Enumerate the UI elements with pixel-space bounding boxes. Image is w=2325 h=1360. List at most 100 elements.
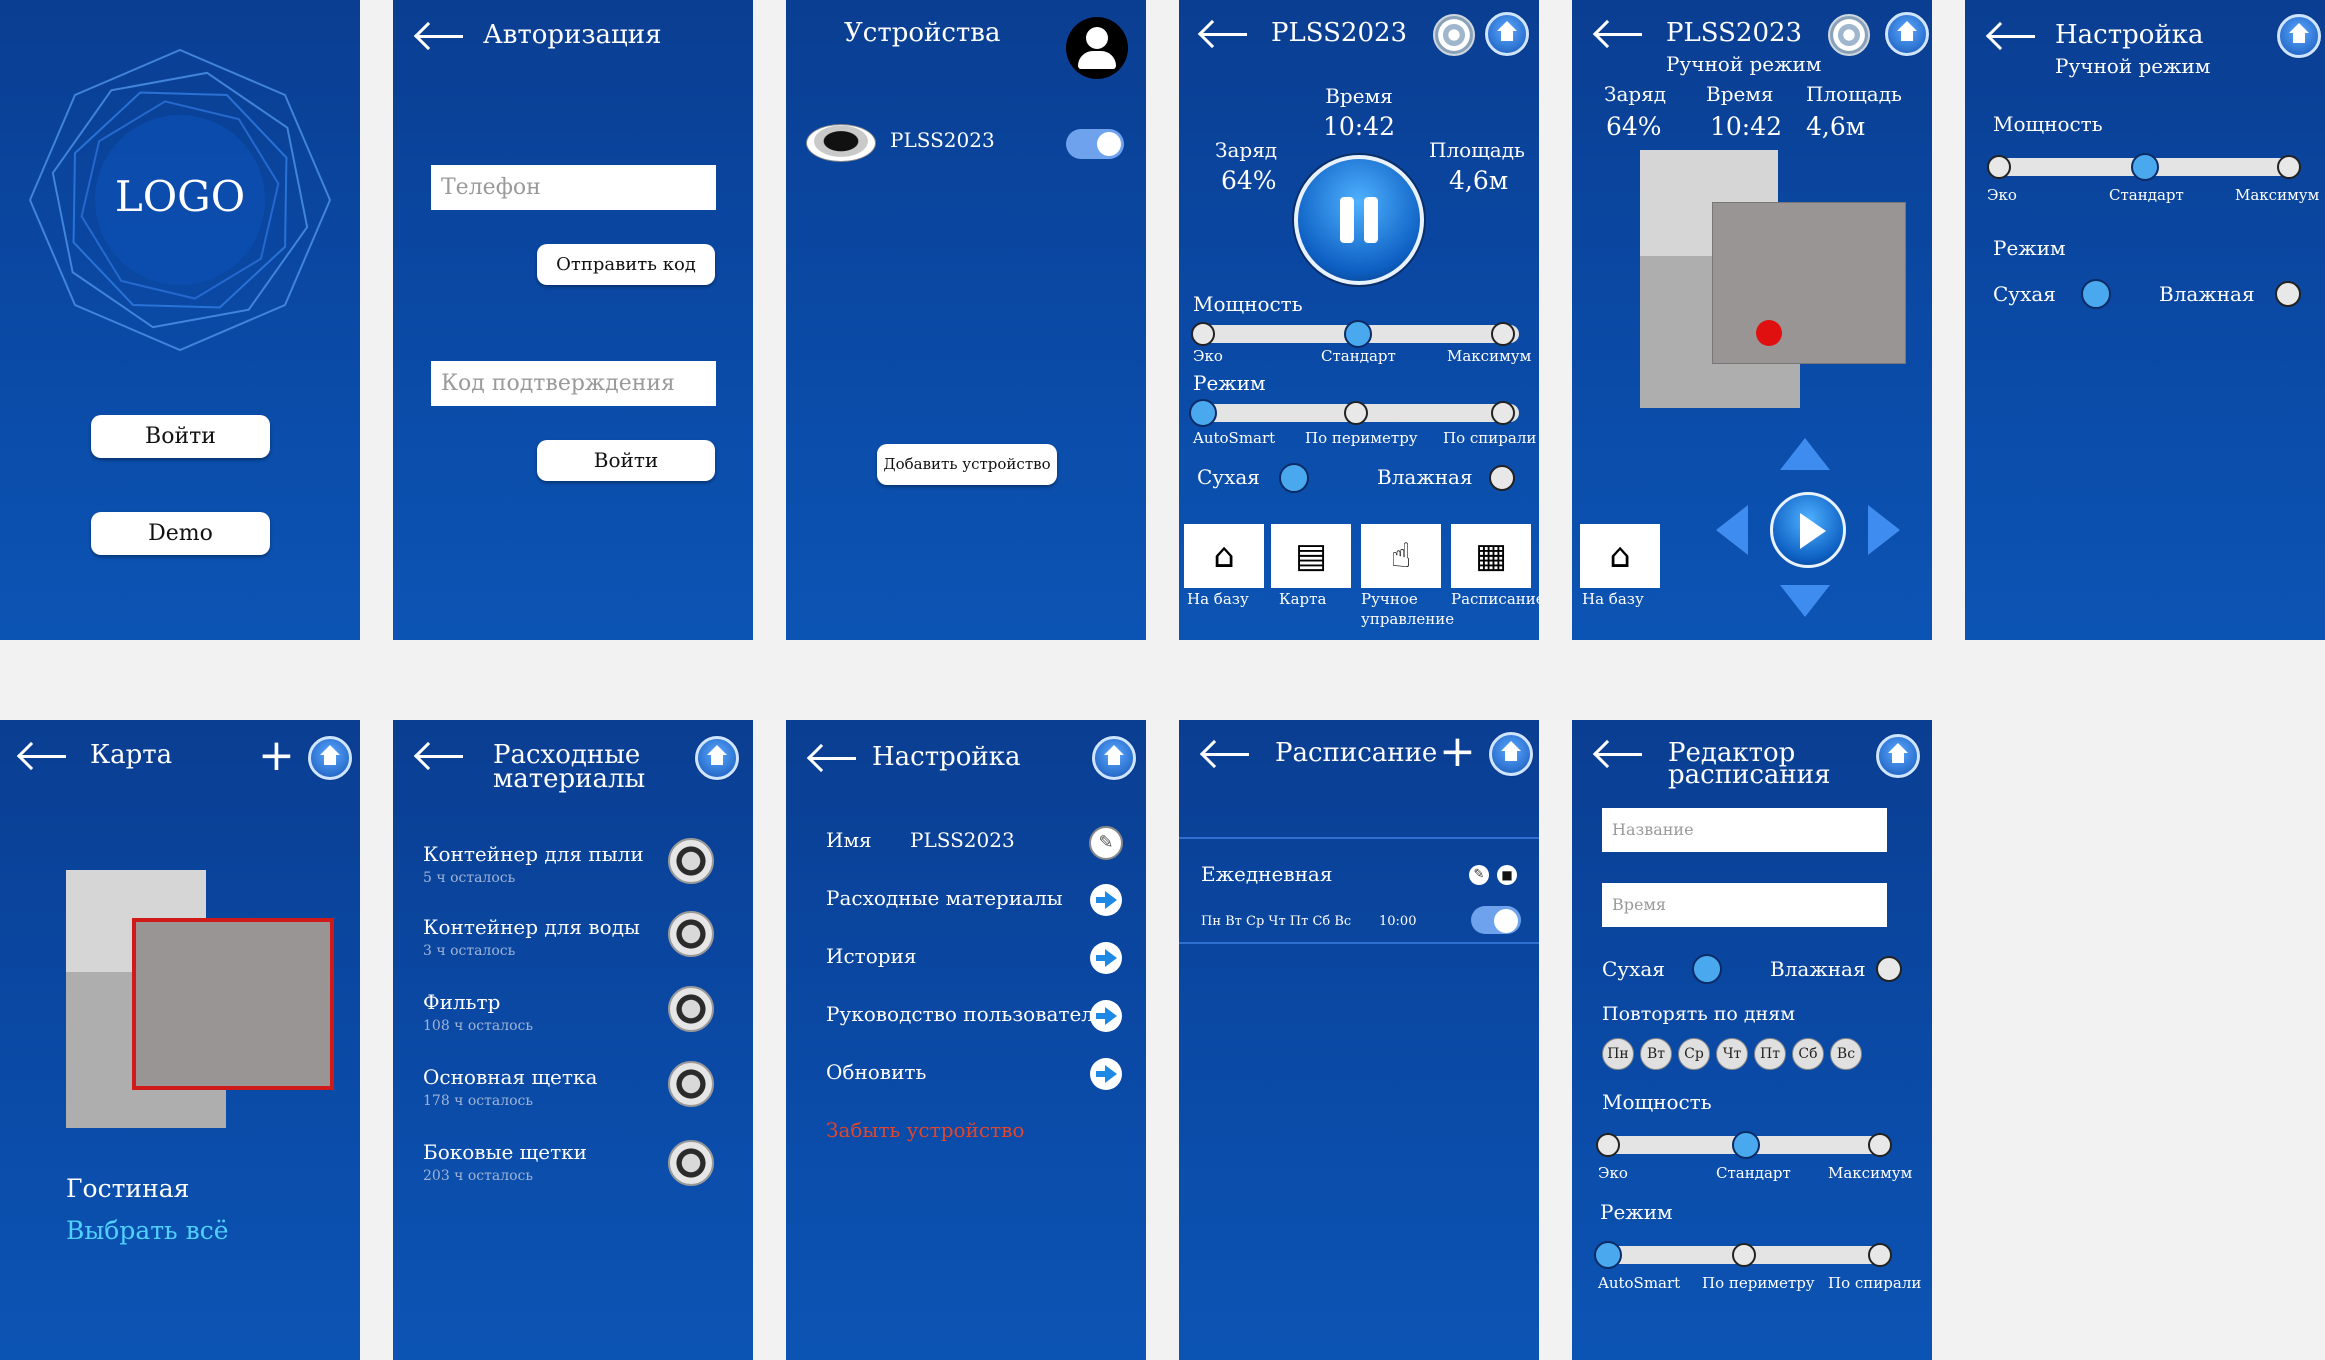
play-button[interactable] [1770,492,1846,568]
day-tuesday[interactable]: Вт [1640,1038,1672,1070]
mode-knob-spiral[interactable] [1868,1243,1892,1267]
schedule-time-input[interactable]: Время [1602,883,1887,927]
home-base-icon[interactable] [2277,14,2321,58]
day-sunday[interactable]: Вс [1830,1038,1862,1070]
reset-icon[interactable] [668,1140,714,1186]
user-manual-row[interactable]: Руководство пользователя [826,1002,1107,1026]
touch-hand-icon[interactable]: ☝ [1361,524,1441,588]
settings-gear-icon[interactable] [1828,14,1870,56]
map-room-selected[interactable] [132,918,334,1090]
history-row[interactable]: История [826,944,917,968]
mode-knob-perimeter[interactable] [1732,1243,1756,1267]
back-arrow-icon[interactable] [18,742,66,770]
home-base-icon[interactable] [308,736,352,780]
robot-position-dot [1756,320,1782,346]
back-arrow-icon[interactable] [415,742,463,770]
send-code-button[interactable]: Отправить код [537,244,715,285]
demo-button[interactable]: Demo [91,512,270,555]
reset-icon[interactable] [668,986,714,1032]
add-plus-icon[interactable]: + [258,730,295,781]
schedule-calendar-icon[interactable]: ▦ [1451,524,1531,588]
left-arrow-icon[interactable] [1716,505,1748,555]
day-thursday[interactable]: Чт [1716,1038,1748,1070]
area-label: Площадь [1806,82,1902,106]
power-knob-eco[interactable] [1987,155,2011,179]
device-name-value: PLSS2023 [910,828,1015,852]
to-base-label: На базу [1582,590,1644,608]
reset-icon[interactable] [668,1061,714,1107]
up-arrow-icon[interactable] [1780,438,1830,470]
power-knob-max[interactable] [1491,322,1515,346]
settings-gear-icon[interactable] [1433,14,1475,56]
schedule-item[interactable]: Ежедневная ✎ ■ Пн Вт Ср Чт Пт Сб Вс 10:0… [1179,840,1539,942]
update-row[interactable]: Обновить [826,1060,926,1084]
map-icon[interactable]: ▤ [1271,524,1351,588]
user-manual-arrow-icon[interactable] [1090,1000,1122,1032]
page-title: PLSS2023 [1666,18,1803,48]
wet-radio[interactable] [1876,956,1902,982]
back-arrow-icon[interactable] [1594,740,1642,768]
consumables-arrow-icon[interactable] [1090,884,1122,916]
power-knob-max[interactable] [2277,155,2301,179]
back-arrow-icon[interactable] [415,22,463,50]
power-knob-standard[interactable] [2131,153,2159,181]
back-arrow-icon[interactable] [1594,20,1642,48]
user-avatar-icon[interactable] [1066,17,1128,79]
wet-radio[interactable] [1489,465,1515,491]
pause-button[interactable] [1294,155,1424,285]
day-friday[interactable]: Пт [1754,1038,1786,1070]
schedule-toggle[interactable] [1471,906,1521,934]
mode-knob-perimeter[interactable] [1344,401,1368,425]
time-value: 10:42 [1710,112,1783,141]
edit-pencil-icon[interactable]: ✎ [1089,826,1123,860]
home-base-icon[interactable] [1485,12,1529,56]
dock-house-icon[interactable]: ⌂ [1580,524,1660,588]
add-device-button[interactable]: Добавить устройство [877,444,1057,485]
day-monday[interactable]: Пн [1602,1038,1634,1070]
power-knob-max[interactable] [1868,1133,1892,1157]
device-name[interactable]: PLSS2023 [890,128,995,152]
select-all-link[interactable]: Выбрать всё [66,1216,229,1245]
screen-splash: LOGO Войти Demo [0,0,360,640]
login-button[interactable]: Войти [91,415,270,458]
dry-radio[interactable] [1279,463,1309,493]
phone-input[interactable]: Телефон [431,165,716,210]
power-knob-eco[interactable] [1596,1133,1620,1157]
reset-icon[interactable] [668,838,714,884]
mode-knob-spiral[interactable] [1491,401,1515,425]
mode-knob-autosmart[interactable] [1189,399,1217,427]
day-wednesday[interactable]: Ср [1678,1038,1710,1070]
wet-radio[interactable] [2275,281,2301,307]
delete-trash-icon[interactable]: ■ [1497,865,1517,885]
power-knob-standard[interactable] [1732,1131,1760,1159]
forget-device-link[interactable]: Забыть устройство [826,1118,1024,1142]
dry-radio[interactable] [1692,954,1722,984]
home-base-icon[interactable] [1885,12,1929,56]
schedule-name-input[interactable]: Название [1602,808,1887,852]
home-base-icon[interactable] [1092,736,1136,780]
add-plus-icon[interactable]: + [1439,726,1476,777]
device-toggle[interactable] [1066,129,1124,159]
history-arrow-icon[interactable] [1090,942,1122,974]
back-arrow-icon[interactable] [1199,20,1247,48]
down-arrow-icon[interactable] [1780,585,1830,617]
home-base-icon[interactable] [695,736,739,780]
day-saturday[interactable]: Сб [1792,1038,1824,1070]
dock-house-icon[interactable]: ⌂ [1184,524,1264,588]
consumables-row[interactable]: Расходные материалы [826,886,1063,910]
confirmation-code-input[interactable]: Код подтверждения [431,361,716,406]
back-arrow-icon[interactable] [808,744,856,772]
power-knob-standard[interactable] [1344,320,1372,348]
power-knob-eco[interactable] [1191,322,1215,346]
right-arrow-icon[interactable] [1868,505,1900,555]
home-base-icon[interactable] [1876,734,1920,778]
back-arrow-icon[interactable] [1987,22,2035,50]
auth-login-button[interactable]: Войти [537,440,715,481]
dry-radio[interactable] [2081,279,2111,309]
home-base-icon[interactable] [1489,732,1533,776]
back-arrow-icon[interactable] [1201,740,1249,768]
reset-icon[interactable] [668,911,714,957]
mode-knob-autosmart[interactable] [1594,1241,1622,1269]
edit-pencil-icon[interactable]: ✎ [1469,865,1489,885]
update-arrow-icon[interactable] [1090,1058,1122,1090]
